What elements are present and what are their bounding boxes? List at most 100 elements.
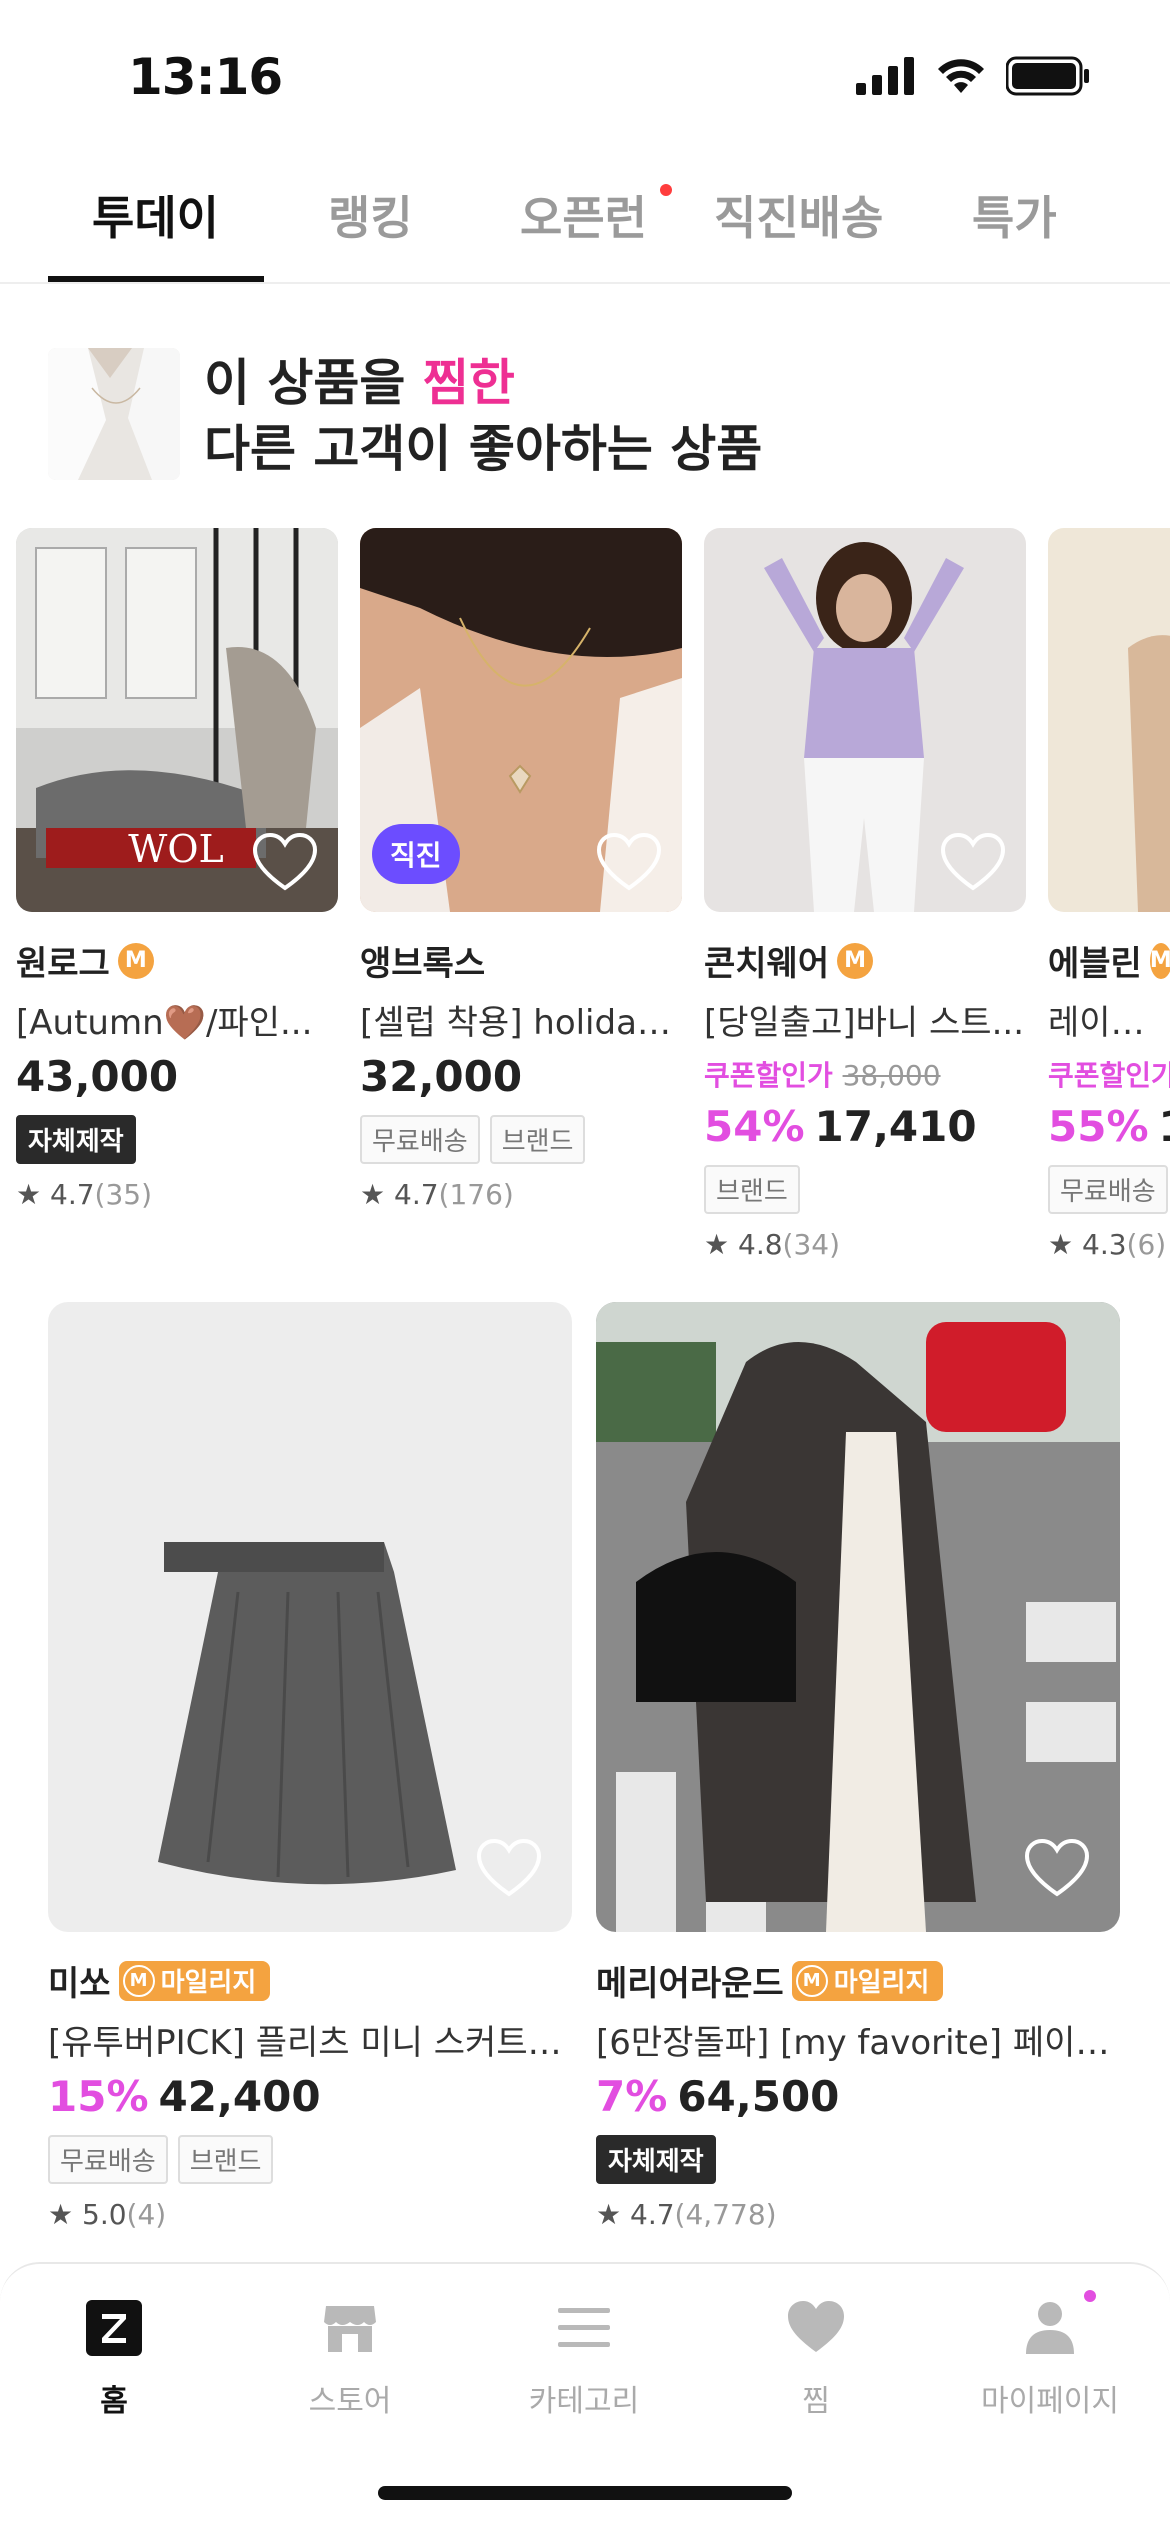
wifi-icon: [938, 59, 984, 93]
product-image[interactable]: [704, 528, 1026, 912]
section-title-prefix: 이 상품을: [204, 354, 423, 412]
product-name[interactable]: [유투버PICK] 플리츠 미니 스커트_...: [48, 2015, 572, 2064]
tab-direct-delivery[interactable]: 직진배송: [714, 182, 883, 248]
coupon-label: 쿠폰할인가: [1048, 1059, 1170, 1092]
m-badge-icon: M: [122, 1964, 155, 1997]
product-name[interactable]: [Autumn🤎/파인...: [16, 995, 338, 1044]
cellular-signal-icon: [856, 57, 914, 95]
section-title-highlight: 찜한: [422, 354, 515, 412]
wishlist-heart-icon[interactable]: [940, 832, 1006, 892]
rating-value: 4.8: [738, 1228, 783, 1261]
product-image[interactable]: [596, 1302, 1120, 1932]
store-row: 미쏘 M 마일리지: [48, 1956, 572, 2005]
price-row: 32,000: [360, 1052, 682, 1101]
product-name[interactable]: 레이스 홀...: [1048, 995, 1170, 1044]
rating: ★ 4.8(34): [704, 1228, 1026, 1261]
direct-delivery-badge: 직진: [372, 824, 460, 884]
wishlist-heart-icon[interactable]: [252, 832, 318, 892]
tag: 무료배송: [1048, 1165, 1168, 1214]
rating-value: 4.7: [50, 1178, 95, 1211]
star-icon: ★: [1048, 1228, 1074, 1261]
status-bar: 13:16: [0, 0, 1170, 150]
m-badge-icon: M: [795, 1964, 828, 1997]
product-name[interactable]: [6만장돌파] [my favorite] 페이보...: [596, 2015, 1120, 2064]
product-card[interactable]: 미쏘 M 마일리지 [유투버PICK] 플리츠 미니 스커트_... 15% 42,4…: [48, 1302, 572, 2231]
store-row: 콘치웨어 M: [704, 936, 1026, 985]
review-count: (4,778): [674, 2198, 777, 2231]
coupon-label: 쿠폰할인가: [704, 1059, 833, 1092]
review-count: (35): [94, 1178, 153, 1211]
home-indicator: [378, 2486, 792, 2500]
section-title: 이 상품을 찜한 다른 고객이 좋아하는 상품: [204, 350, 762, 482]
price: 32,000: [360, 1052, 523, 1101]
product-image[interactable]: [48, 1302, 572, 1932]
product-name[interactable]: [셀럽 착용] holiday...: [360, 995, 682, 1044]
active-tab-indicator: [48, 276, 264, 282]
product-card[interactable]: 콘치웨어 M [당일출고]바니 스트... 쿠폰할인가 38,000 54% 17,…: [704, 528, 1026, 1261]
nav-store-label: 스토어: [308, 2384, 392, 2419]
nav-store[interactable]: 스토어: [250, 2298, 450, 2420]
price-row: 55%1: [1048, 1102, 1170, 1151]
tab-ranking[interactable]: 랭킹: [328, 182, 413, 248]
battery-icon: [1006, 56, 1089, 96]
store-name[interactable]: 미쏘: [48, 1956, 111, 2005]
discount-rate: 54%: [704, 1102, 805, 1151]
discount-rate: 7%: [596, 2072, 668, 2121]
product-image[interactable]: 직진: [360, 528, 682, 912]
product-card[interactable]: 직진 앵브록스 [셀럽 착용] holiday... 32,000 무료배송 브랜…: [360, 528, 682, 1211]
store-name[interactable]: 원로그: [16, 936, 110, 985]
nav-home[interactable]: 홈: [14, 2298, 214, 2420]
discount-rate: 55%: [1048, 1102, 1149, 1151]
home-z-icon: [86, 2300, 142, 2356]
rating-value: 4.3: [1082, 1228, 1127, 1261]
product-name[interactable]: [당일출고]바니 스트...: [704, 995, 1026, 1044]
tag-list: 브랜드: [704, 1165, 1026, 1214]
notification-dot: [1084, 2290, 1096, 2302]
price-row: 15% 42,400: [48, 2072, 572, 2121]
product-card[interactable]: 메리어라운드 M 마일리지 [6만장돌파] [my favorite] 페이보...…: [596, 1302, 1120, 2231]
nav-wishlist[interactable]: 찜: [716, 2298, 916, 2420]
store-name[interactable]: 콘치웨어: [704, 936, 829, 985]
tag-list: 자체제작: [16, 1115, 338, 1164]
store-name[interactable]: 앵브록스: [360, 936, 485, 985]
tag: 브랜드: [177, 2135, 274, 2184]
tag-list: 무료배송 브랜드: [360, 1115, 682, 1164]
tag-list: 자체제작: [596, 2135, 1120, 2184]
product-image[interactable]: WOL: [16, 528, 338, 912]
star-icon: ★: [48, 2198, 74, 2231]
product-image[interactable]: [1048, 528, 1170, 912]
store-name[interactable]: 메리어라운드: [596, 1956, 784, 2005]
nav-mypage[interactable]: 마이페이지: [950, 2290, 1150, 2420]
tag: 브랜드: [489, 1115, 586, 1164]
tag-list: 무료배송: [1048, 1165, 1170, 1214]
product-card[interactable]: WOL 원로그 M [Autumn🤎/파인... 43,000 자체제작 ★ 4.…: [16, 528, 338, 1211]
star-icon: ★: [596, 2198, 622, 2231]
top-tabs: 투데이 랭킹 오픈런 직진배송 특가: [0, 160, 1170, 284]
wishlist-heart-icon[interactable]: [1024, 1838, 1090, 1898]
tab-open-run[interactable]: 오픈런: [520, 182, 647, 248]
section-product-thumbnail[interactable]: [48, 348, 180, 480]
nav-mypage-label: 마이페이지: [981, 2384, 1119, 2419]
store-row: 메리어라운드 M 마일리지: [596, 1956, 1120, 2005]
tab-today[interactable]: 투데이: [92, 182, 219, 248]
price: 64,500: [677, 2072, 840, 2121]
store-icon: [324, 2306, 376, 2352]
product-card[interactable]: 에블린M 레이스 홀... 쿠폰할인가 55%1 무료배송 ★ 4.3(6): [1048, 528, 1170, 1261]
tab-special-price[interactable]: 특가: [972, 182, 1057, 248]
store-row: 에블린 M: [1048, 936, 1170, 985]
wishlist-heart-icon[interactable]: [476, 1838, 542, 1898]
person-icon: [1026, 2302, 1074, 2354]
nav-category[interactable]: 카테고리: [484, 2298, 684, 2420]
discount-rate: 15%: [48, 2072, 149, 2121]
tab-new-dot: [660, 184, 672, 196]
nav-category-label: 카테고리: [528, 2384, 640, 2419]
status-icons: [856, 56, 1090, 96]
wishlist-heart-icon[interactable]: [596, 832, 662, 892]
rating-value: 5.0: [82, 2198, 127, 2231]
menu-icon: [558, 2308, 610, 2347]
store-name[interactable]: 에블린: [1048, 936, 1142, 985]
price: 42,400: [158, 2072, 321, 2121]
price-row: 7% 64,500: [596, 2072, 1120, 2121]
section-title-line2: 다른 고객이 좋아하는 상품: [204, 420, 763, 478]
tag: 브랜드: [704, 1165, 800, 1214]
